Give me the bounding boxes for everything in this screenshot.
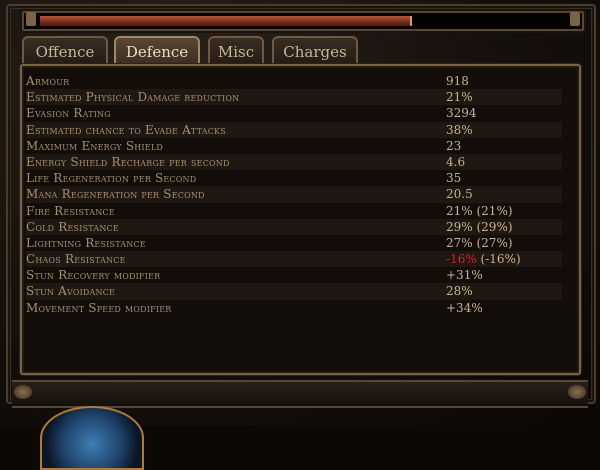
stat-label: Cold Resistance bbox=[26, 219, 119, 234]
stat-value: -16% (-16%) bbox=[446, 251, 521, 267]
stat-label: Armour bbox=[26, 74, 70, 88]
stat-list: Armour 918 Estimated Physical Damage red… bbox=[26, 73, 562, 316]
stat-row-es-recharge: Energy Shield Recharge per second 4.6 bbox=[26, 153, 562, 171]
stat-label: Estimated chance to Evade Attacks bbox=[26, 122, 226, 137]
life-orb bbox=[40, 406, 144, 470]
stat-value: 20.5 bbox=[446, 187, 473, 202]
stat-row-stun-avoidance: Stun Avoidance 28% bbox=[26, 283, 562, 300]
stat-value: 29% (29%) bbox=[446, 219, 513, 234]
tab-offence[interactable]: Offence bbox=[22, 36, 108, 64]
stat-row-max-energy-shield: Maximum Energy Shield 23 bbox=[26, 138, 562, 154]
bar-right-cap bbox=[570, 12, 580, 26]
experience-bar bbox=[22, 11, 584, 31]
tab-charges[interactable]: Charges bbox=[272, 36, 358, 64]
stat-label: Life Regeneration per Second bbox=[26, 171, 197, 186]
stat-label: Estimated Physical Damage reduction bbox=[26, 90, 240, 105]
stat-value: 27% (27%) bbox=[446, 235, 513, 250]
stat-row-life-regen: Life Regeneration per Second 35 bbox=[26, 170, 562, 186]
stat-row-stun-recovery: Stun Recovery modifier +31% bbox=[26, 267, 562, 283]
stat-row-fire-resistance: Fire Resistance 21% (21%) bbox=[26, 203, 562, 219]
stat-label: Stun Recovery modifier bbox=[26, 268, 161, 283]
stat-label: Movement Speed modifier bbox=[26, 300, 172, 315]
stat-label: Stun Avoidance bbox=[26, 284, 116, 299]
stat-row-evade-chance: Estimated chance to Evade Attacks 38% bbox=[26, 121, 562, 138]
stat-label: Evasion Rating bbox=[26, 106, 111, 121]
stat-value: 35 bbox=[446, 171, 462, 186]
stat-row-chaos-resistance: Chaos Resistance -16% (-16%) bbox=[26, 251, 562, 268]
stat-value: 28% bbox=[446, 284, 473, 299]
max-value: (-16%) bbox=[476, 252, 521, 267]
ornament-knot-right bbox=[568, 385, 586, 399]
stat-row-lightning-resistance: Lightning Resistance 27% (27%) bbox=[26, 235, 562, 251]
stat-value: 21% (21%) bbox=[446, 203, 513, 218]
bar-left-cap bbox=[26, 12, 36, 26]
stat-row-mana-regen: Mana Regeneration per Second 20.5 bbox=[26, 186, 562, 203]
stat-row-evasion-rating: Evasion Rating 3294 bbox=[26, 105, 562, 121]
stat-label: Mana Regeneration per Second bbox=[26, 187, 205, 202]
stat-row-movement-speed: Movement Speed modifier +34% bbox=[26, 300, 562, 316]
bottom-ornament bbox=[12, 380, 588, 408]
stat-value: 918 bbox=[446, 74, 469, 88]
stat-value: +31% bbox=[446, 268, 483, 283]
stat-row-physical-reduction: Estimated Physical Damage reduction 21% bbox=[26, 89, 562, 106]
stat-label: Chaos Resistance bbox=[26, 252, 126, 267]
experience-bar-fill bbox=[40, 16, 412, 26]
ornament-knot-left bbox=[14, 385, 32, 399]
stat-row-cold-resistance: Cold Resistance 29% (29%) bbox=[26, 218, 562, 235]
stat-value: 3294 bbox=[446, 106, 477, 121]
stat-label: Fire Resistance bbox=[26, 203, 115, 218]
stat-value: 23 bbox=[446, 138, 462, 153]
stat-value: 38% bbox=[446, 122, 473, 137]
stat-label: Lightning Resistance bbox=[26, 235, 146, 250]
tab-defence[interactable]: Defence bbox=[114, 36, 200, 66]
stat-value: 21% bbox=[446, 90, 473, 105]
stat-value: 4.6 bbox=[446, 154, 466, 169]
stat-label: Maximum Energy Shield bbox=[26, 138, 163, 153]
tab-misc[interactable]: Misc bbox=[208, 36, 264, 64]
stat-value: +34% bbox=[446, 300, 483, 315]
defence-stats-panel: Armour 918 Estimated Physical Damage red… bbox=[20, 64, 581, 375]
negative-value: -16% bbox=[446, 252, 477, 267]
stat-row-armour: Armour 918 bbox=[26, 73, 562, 89]
stat-label: Energy Shield Recharge per second bbox=[26, 154, 230, 169]
